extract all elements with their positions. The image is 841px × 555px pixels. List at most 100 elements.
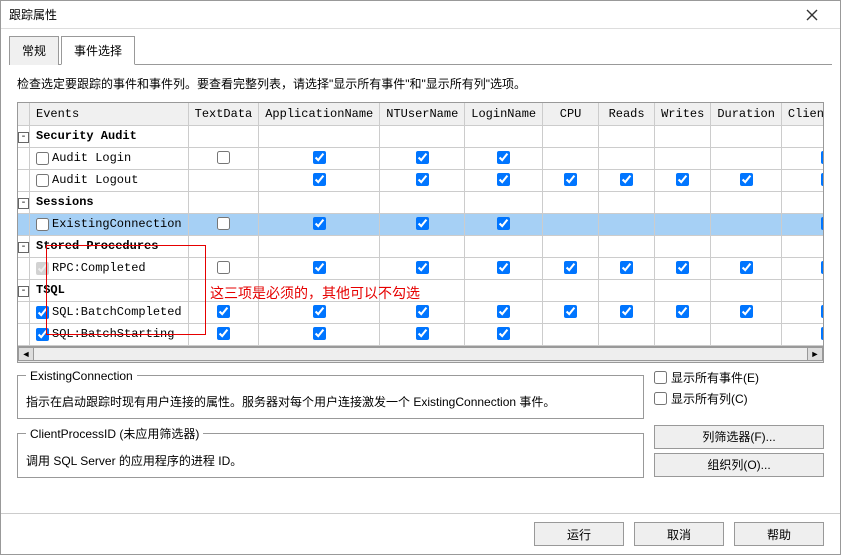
horizontal-scrollbar[interactable]: ◄ ►	[18, 346, 823, 362]
cell	[655, 235, 711, 257]
cell-checkbox[interactable]	[821, 151, 823, 164]
column-filter-button[interactable]: 列筛选器(F)...	[654, 425, 824, 449]
cell	[465, 279, 543, 301]
cell	[188, 191, 259, 213]
col-header-applicationname[interactable]: ApplicationName	[259, 103, 380, 125]
cell-checkbox[interactable]	[313, 217, 326, 230]
col-header-events[interactable]: Events	[30, 103, 189, 125]
cell	[655, 213, 711, 235]
cell-checkbox[interactable]	[821, 217, 823, 230]
event-label: SQL:BatchCompleted	[52, 305, 182, 319]
cell-checkbox[interactable]	[821, 261, 823, 274]
cell-checkbox[interactable]	[740, 173, 753, 186]
col-header-writes[interactable]: Writes	[655, 103, 711, 125]
expander-icon[interactable]: -	[18, 132, 29, 143]
cell-checkbox[interactable]	[313, 173, 326, 186]
cancel-button[interactable]: 取消	[634, 522, 724, 546]
cell-checkbox[interactable]	[564, 173, 577, 186]
cell-checkbox[interactable]	[217, 217, 230, 230]
cell-checkbox[interactable]	[497, 305, 510, 318]
cell-checkbox[interactable]	[620, 305, 633, 318]
cell-checkbox[interactable]	[821, 305, 823, 318]
cell-checkbox[interactable]	[416, 305, 429, 318]
cell-checkbox[interactable]	[416, 261, 429, 274]
event-filter-checkbox[interactable]	[36, 152, 49, 165]
event-row[interactable]: SQL:BatchStarting	[18, 323, 823, 345]
cell-checkbox[interactable]	[217, 261, 230, 274]
grid-scroll[interactable]: EventsTextDataApplicationNameNTUserNameL…	[18, 103, 823, 346]
col-header-ntusername[interactable]: NTUserName	[380, 103, 465, 125]
cell-checkbox[interactable]	[676, 261, 689, 274]
col-header-textdata[interactable]: TextData	[188, 103, 259, 125]
scroll-track[interactable]	[34, 347, 807, 361]
event-filter-checkbox[interactable]	[36, 218, 49, 231]
cell-checkbox[interactable]	[740, 305, 753, 318]
cell-checkbox[interactable]	[564, 305, 577, 318]
cell-checkbox[interactable]	[313, 327, 326, 340]
group-row[interactable]: -TSQL	[18, 279, 823, 301]
event-row[interactable]: RPC:Completed	[18, 257, 823, 279]
group-label: TSQL	[36, 283, 65, 297]
cell	[380, 169, 465, 191]
cell-checkbox[interactable]	[497, 151, 510, 164]
show-all-cols-checkbox[interactable]	[654, 392, 667, 405]
cell-checkbox[interactable]	[217, 327, 230, 340]
cell-checkbox[interactable]	[416, 327, 429, 340]
cell-checkbox[interactable]	[416, 151, 429, 164]
cell-checkbox[interactable]	[821, 173, 823, 186]
run-button[interactable]: 运行	[534, 522, 624, 546]
group-row[interactable]: -Security Audit	[18, 125, 823, 147]
col-header-cpu[interactable]: CPU	[543, 103, 599, 125]
tab-1[interactable]: 事件选择	[61, 36, 135, 65]
group-row[interactable]: -Sessions	[18, 191, 823, 213]
cell-checkbox[interactable]	[821, 327, 823, 340]
cell	[599, 191, 655, 213]
organize-columns-button[interactable]: 组织列(O)...	[654, 453, 824, 477]
show-all-events-checkbox[interactable]	[654, 371, 667, 384]
cell-checkbox[interactable]	[217, 305, 230, 318]
event-row[interactable]: Audit Logout	[18, 169, 823, 191]
cell-checkbox[interactable]	[497, 261, 510, 274]
cell-checkbox[interactable]	[564, 261, 577, 274]
event-row[interactable]: ExistingConnection	[18, 213, 823, 235]
cell-checkbox[interactable]	[676, 305, 689, 318]
event-filter-checkbox[interactable]	[36, 174, 49, 187]
event-row[interactable]: Audit Login	[18, 147, 823, 169]
cell	[711, 323, 782, 345]
cell-checkbox[interactable]	[620, 261, 633, 274]
cell-checkbox[interactable]	[313, 151, 326, 164]
close-button[interactable]	[792, 5, 832, 25]
bottom-row-2: ClientProcessID (未应用筛选器) 调用 SQL Server 的…	[17, 425, 824, 478]
col-header-clientproce[interactable]: ClientProce	[781, 103, 823, 125]
col-header-duration[interactable]: Duration	[711, 103, 782, 125]
col-header-loginname[interactable]: LoginName	[465, 103, 543, 125]
event-filter-checkbox[interactable]	[36, 328, 49, 341]
cell-checkbox[interactable]	[497, 217, 510, 230]
group-row[interactable]: -Stored Procedures	[18, 235, 823, 257]
cell-checkbox[interactable]	[497, 327, 510, 340]
cell-checkbox[interactable]	[416, 173, 429, 186]
cell-checkbox[interactable]	[740, 261, 753, 274]
cell-checkbox[interactable]	[497, 173, 510, 186]
scroll-left-arrow[interactable]: ◄	[18, 347, 34, 361]
event-filter-checkbox[interactable]	[36, 262, 49, 275]
expander-icon[interactable]: -	[18, 286, 29, 297]
cell-checkbox[interactable]	[676, 173, 689, 186]
expander-icon[interactable]: -	[18, 242, 29, 253]
cell-checkbox[interactable]	[620, 173, 633, 186]
col-header-reads[interactable]: Reads	[599, 103, 655, 125]
show-all-events-option[interactable]: 显示所有事件(E)	[654, 369, 824, 386]
column-description-box: ClientProcessID (未应用筛选器) 调用 SQL Server 的…	[17, 425, 644, 478]
tab-0[interactable]: 常规	[9, 36, 59, 65]
cell-checkbox[interactable]	[217, 151, 230, 164]
show-all-cols-option[interactable]: 显示所有列(C)	[654, 390, 824, 407]
expander-icon[interactable]: -	[18, 198, 29, 209]
scroll-right-arrow[interactable]: ►	[807, 347, 823, 361]
cell-checkbox[interactable]	[313, 261, 326, 274]
cell-checkbox[interactable]	[313, 305, 326, 318]
show-all-cols-label: 显示所有列(C)	[671, 390, 748, 407]
event-filter-checkbox[interactable]	[36, 306, 49, 319]
help-button[interactable]: 帮助	[734, 522, 824, 546]
event-row[interactable]: SQL:BatchCompleted	[18, 301, 823, 323]
cell-checkbox[interactable]	[416, 217, 429, 230]
